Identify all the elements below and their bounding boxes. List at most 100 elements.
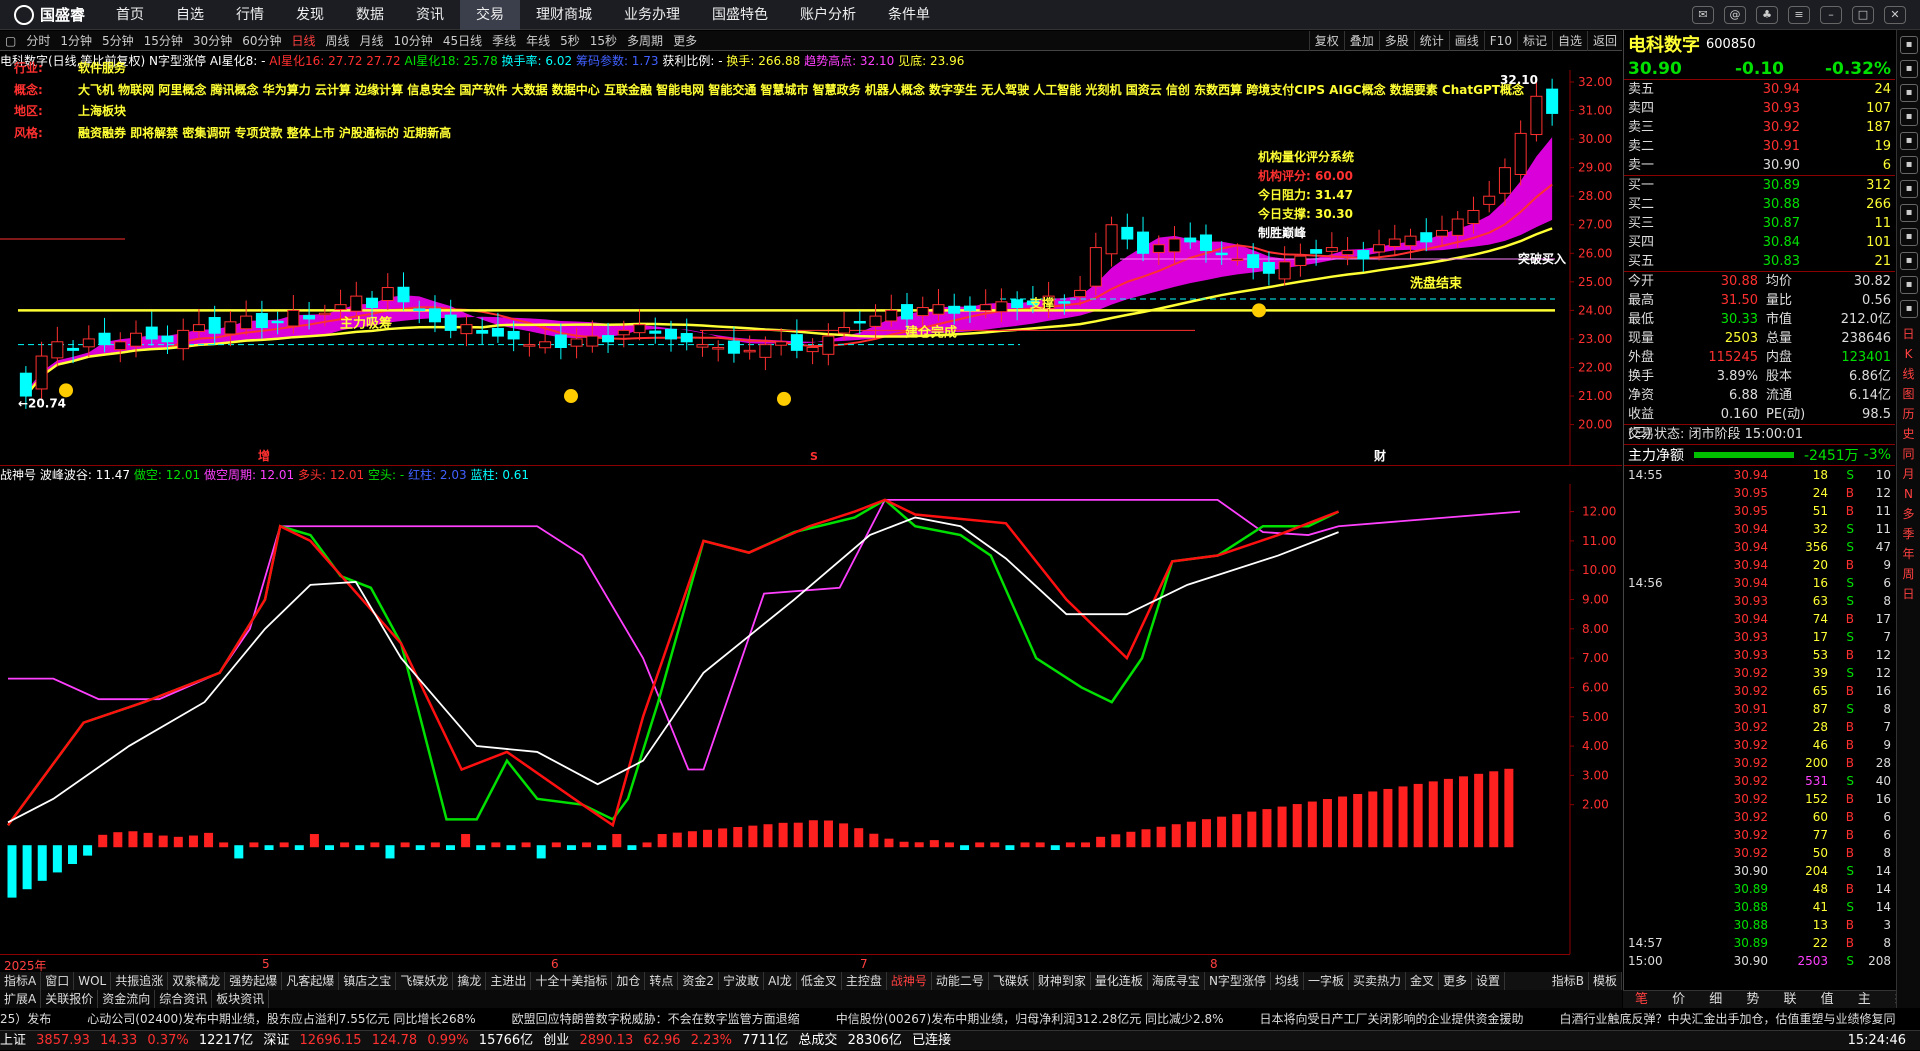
sidebar-label[interactable]: K	[1897, 344, 1920, 364]
period-7[interactable]: 周线	[321, 31, 355, 51]
sidebar-label[interactable]: 同	[1897, 444, 1920, 464]
sidebar-label[interactable]: 周	[1897, 564, 1920, 584]
ind-tab-1[interactable]: 窗口	[41, 972, 75, 990]
ask-row[interactable]: 卖四 30.93 107	[1624, 99, 1895, 118]
ind-tab-3[interactable]: 共振追涨	[111, 972, 169, 990]
maximize-icon[interactable]: □	[1852, 6, 1874, 24]
sidebar-label[interactable]: N	[1897, 484, 1920, 504]
ind-tab-17[interactable]: 低金叉	[797, 972, 842, 990]
menu-item-11[interactable]: 条件单	[872, 0, 946, 30]
sidebar-label[interactable]: 日	[1897, 584, 1920, 604]
layout-icon[interactable]: ▪	[1900, 108, 1918, 126]
bottom-tab-2[interactable]: 资金流向	[98, 990, 156, 1008]
ind-tab-30[interactable]: 更多	[1439, 972, 1472, 990]
ind-tab-9[interactable]: 擒龙	[453, 972, 487, 990]
rtab-3[interactable]: 势	[1734, 991, 1771, 1008]
period-8[interactable]: 月线	[355, 31, 389, 51]
bid-row[interactable]: 买四 30.84 101	[1624, 233, 1895, 252]
skin-icon[interactable]: ♣	[1756, 6, 1778, 24]
menu-item-3[interactable]: 发现	[280, 0, 340, 30]
tool-7[interactable]: 自选	[1551, 30, 1587, 51]
tool-3[interactable]: 统计	[1413, 30, 1449, 51]
period-14[interactable]: 15秒	[585, 31, 622, 51]
ask-row[interactable]: 卖三 30.92 187	[1624, 118, 1895, 137]
rtab-4[interactable]: 联	[1772, 991, 1809, 1008]
rtab-0[interactable]: 笔	[1623, 991, 1660, 1008]
period-checkbox-icon[interactable]: ▢	[0, 31, 21, 51]
ind-right-tab-0[interactable]: 指标B	[1548, 972, 1589, 990]
ind-tab-31[interactable]: 设置	[1472, 972, 1506, 990]
ind-tab-28[interactable]: 买卖热力	[1349, 972, 1406, 990]
ind-tab-6[interactable]: 凡客起爆	[282, 972, 340, 990]
chart-icon[interactable]: ▪	[1900, 60, 1918, 78]
vol-icon[interactable]: ▪	[1900, 276, 1918, 294]
ind-tab-7[interactable]: 镇店之宝	[339, 972, 397, 990]
tool-2[interactable]: 多股	[1378, 30, 1414, 51]
sidebar-label[interactable]: 季	[1897, 524, 1920, 544]
menu-item-0[interactable]: 首页	[100, 0, 160, 30]
macd-icon[interactable]: ▪	[1900, 180, 1918, 198]
indicator-name[interactable]: N字型涨停	[149, 54, 206, 68]
message-icon[interactable]: ✉	[1692, 6, 1714, 24]
bottom-tab-1[interactable]: 关联报价	[41, 990, 99, 1008]
ind-tab-16[interactable]: AI龙	[764, 972, 797, 990]
grid-icon[interactable]: ▪	[1900, 132, 1918, 150]
news-icon[interactable]: ▪	[1900, 156, 1918, 174]
ind-tab-13[interactable]: 转点	[645, 972, 679, 990]
period-0[interactable]: 分时	[21, 31, 55, 51]
period-15[interactable]: 多周期	[622, 31, 668, 51]
bid-row[interactable]: 买五 30.83 21	[1624, 252, 1895, 271]
period-4[interactable]: 30分钟	[188, 31, 237, 51]
rtab-2[interactable]: 细	[1697, 991, 1734, 1008]
tag-value[interactable]: 软件服务	[78, 61, 126, 75]
ind-tab-19[interactable]: 战神号	[887, 972, 932, 990]
ask-row[interactable]: 卖五 30.94 24	[1624, 80, 1895, 99]
period-9[interactable]: 10分钟	[389, 31, 438, 51]
tick-list[interactable]: 14:55 30.94 18 S 10 30.95 24 B 12 30.95 51 B 11 30.94…	[1624, 466, 1895, 970]
period-11[interactable]: 季线	[487, 31, 521, 51]
ask-row[interactable]: 卖二 30.91 19	[1624, 137, 1895, 156]
plus-icon[interactable]: ▪	[1900, 36, 1918, 54]
bid-row[interactable]: 买三 30.87 11	[1624, 214, 1895, 233]
period-13[interactable]: 5秒	[555, 31, 585, 51]
ind-tab-24[interactable]: 海底寻宝	[1148, 972, 1205, 990]
menu-icon[interactable]: ≡	[1788, 6, 1810, 24]
ind-tab-27[interactable]: 一字板	[1304, 972, 1349, 990]
rtab-1[interactable]: 价	[1660, 991, 1697, 1008]
sidebar-label[interactable]: 多	[1897, 504, 1920, 524]
tool-0[interactable]: 复权	[1308, 30, 1344, 51]
period-10[interactable]: 45日线	[438, 31, 487, 51]
news-ticker[interactable]: 25）发布 心动公司(02400)发布中期业绩，股东应占溢利7.55亿元 同比增长…	[0, 1008, 1920, 1030]
sidebar-label[interactable]: 日	[1897, 324, 1920, 344]
tool-8[interactable]: 返回	[1586, 30, 1622, 51]
kdj-icon[interactable]: ▪	[1900, 228, 1918, 246]
menu-item-10[interactable]: 账户分析	[784, 0, 872, 30]
minimize-icon[interactable]: –	[1820, 6, 1842, 24]
sidebar-label[interactable]: 图	[1897, 384, 1920, 404]
sh-label[interactable]: 上证	[0, 1033, 26, 1048]
bid-row[interactable]: 买一 30.89 312	[1624, 176, 1895, 195]
tag-value[interactable]: 上海板块	[78, 104, 126, 118]
ind-tab-20[interactable]: 动能二号	[932, 972, 989, 990]
ind-tab-4[interactable]: 双紫橘龙	[168, 972, 226, 990]
ind-tab-12[interactable]: 加仓	[612, 972, 646, 990]
tool-1[interactable]: 叠加	[1343, 30, 1379, 51]
indicator-chart[interactable]: 12.00 11.00 10.00 9.00 8.00 7.00 6.00 5.00 4.00 3…	[0, 484, 1622, 954]
sidebar-label[interactable]: 史	[1897, 424, 1920, 444]
period-6[interactable]: 日线	[286, 31, 320, 51]
period-12[interactable]: 年线	[521, 31, 555, 51]
ind-tab-2[interactable]: WOL	[74, 972, 112, 990]
cy-label[interactable]: 创业	[543, 1033, 569, 1048]
rtab-6[interactable]: 主	[1846, 991, 1883, 1008]
tool-5[interactable]: F10	[1483, 30, 1517, 51]
ind-tab-8[interactable]: 飞碟妖龙	[396, 972, 454, 990]
sidebar-label[interactable]: 历	[1897, 404, 1920, 424]
ind-tab-29[interactable]: 金叉	[1406, 972, 1439, 990]
sidebar-label[interactable]: 月	[1897, 464, 1920, 484]
news-item-4[interactable]: 日本将向受日产工厂关闭影响的企业提供资金援助	[1260, 1012, 1524, 1026]
sz-label[interactable]: 深证	[263, 1033, 289, 1048]
bid-row[interactable]: 买二 30.88 266	[1624, 195, 1895, 214]
ind-tab-21[interactable]: 飞碟妖	[989, 972, 1034, 990]
menu-item-6[interactable]: 交易	[460, 0, 520, 30]
bottom-tab-4[interactable]: 板块资讯	[212, 990, 270, 1008]
